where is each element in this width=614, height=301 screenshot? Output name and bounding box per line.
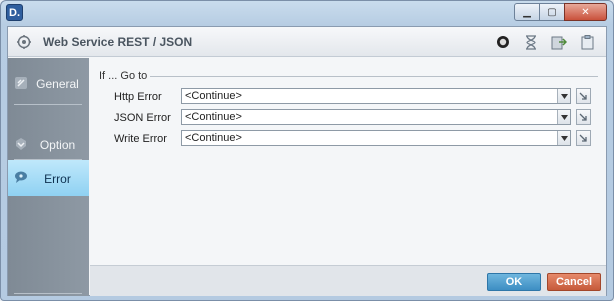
goto-target-button[interactable] xyxy=(576,88,591,104)
dropdown-arrow-icon[interactable] xyxy=(557,89,570,103)
group-divider xyxy=(150,76,598,77)
hourglass-icon[interactable] xyxy=(522,33,540,51)
json-error-row: JSON Error <Continue> xyxy=(90,109,606,127)
select-value: <Continue> xyxy=(185,111,242,123)
dialog-header: Web Service REST / JSON xyxy=(8,27,606,57)
web-service-icon xyxy=(17,35,31,49)
dialog-footer: OK Cancel xyxy=(90,265,606,296)
close-button[interactable]: ✕ xyxy=(564,3,607,21)
dialog-window: D. ▁ ▢ ✕ Web Service REST / JSON General… xyxy=(0,0,614,301)
cancel-button[interactable]: Cancel xyxy=(547,273,601,291)
arrow-down-right-icon xyxy=(579,113,587,121)
export-icon[interactable] xyxy=(550,33,568,51)
ok-button[interactable]: OK xyxy=(487,273,541,291)
sidebar-item-general[interactable]: General xyxy=(8,68,89,99)
arrow-down-right-icon xyxy=(579,92,587,100)
goto-target-button[interactable] xyxy=(576,130,591,146)
goto-target-button[interactable] xyxy=(576,109,591,125)
select-value: <Continue> xyxy=(185,132,242,144)
sidebar-item-option[interactable]: Option xyxy=(8,129,89,160)
sidebar-item-label: General xyxy=(36,77,79,91)
write-error-select[interactable]: <Continue> xyxy=(181,130,571,146)
record-icon[interactable] xyxy=(494,33,512,51)
title-bar[interactable]: D. ▁ ▢ ✕ xyxy=(1,1,613,25)
dialog-client: Web Service REST / JSON General Option E… xyxy=(7,26,607,296)
arrow-down-right-icon xyxy=(579,134,587,142)
sidebar-divider xyxy=(14,293,82,294)
write-error-label: Write Error xyxy=(114,133,167,145)
http-error-select[interactable]: <Continue> xyxy=(181,88,571,104)
dropdown-arrow-icon[interactable] xyxy=(557,131,570,145)
sidebar-item-label: Option xyxy=(39,138,76,152)
clipboard-icon[interactable] xyxy=(578,33,596,51)
group-label: If ... Go to xyxy=(99,70,148,82)
http-error-label: Http Error xyxy=(114,91,162,103)
window-controls: ▁ ▢ ✕ xyxy=(514,3,607,21)
minimize-button[interactable]: ▁ xyxy=(514,3,540,21)
json-error-label: JSON Error xyxy=(114,112,171,124)
select-value: <Continue> xyxy=(185,90,242,102)
app-logo-icon: D. xyxy=(6,4,23,21)
dropdown-arrow-icon[interactable] xyxy=(557,110,570,124)
sidebar-item-error[interactable]: Error xyxy=(8,160,89,196)
sidebar: General Option Error xyxy=(8,58,89,296)
json-error-select[interactable]: <Continue> xyxy=(181,109,571,125)
error-settings-panel: If ... Go to Http Error <Continue> JSON … xyxy=(90,58,606,264)
page-title: Web Service REST / JSON xyxy=(43,35,193,49)
http-error-row: Http Error <Continue> xyxy=(90,88,606,106)
write-error-row: Write Error <Continue> xyxy=(90,130,606,148)
sidebar-divider xyxy=(14,104,82,105)
header-toolbar xyxy=(494,33,596,51)
sidebar-item-label: Error xyxy=(44,172,71,186)
maximize-button[interactable]: ▢ xyxy=(539,3,565,21)
